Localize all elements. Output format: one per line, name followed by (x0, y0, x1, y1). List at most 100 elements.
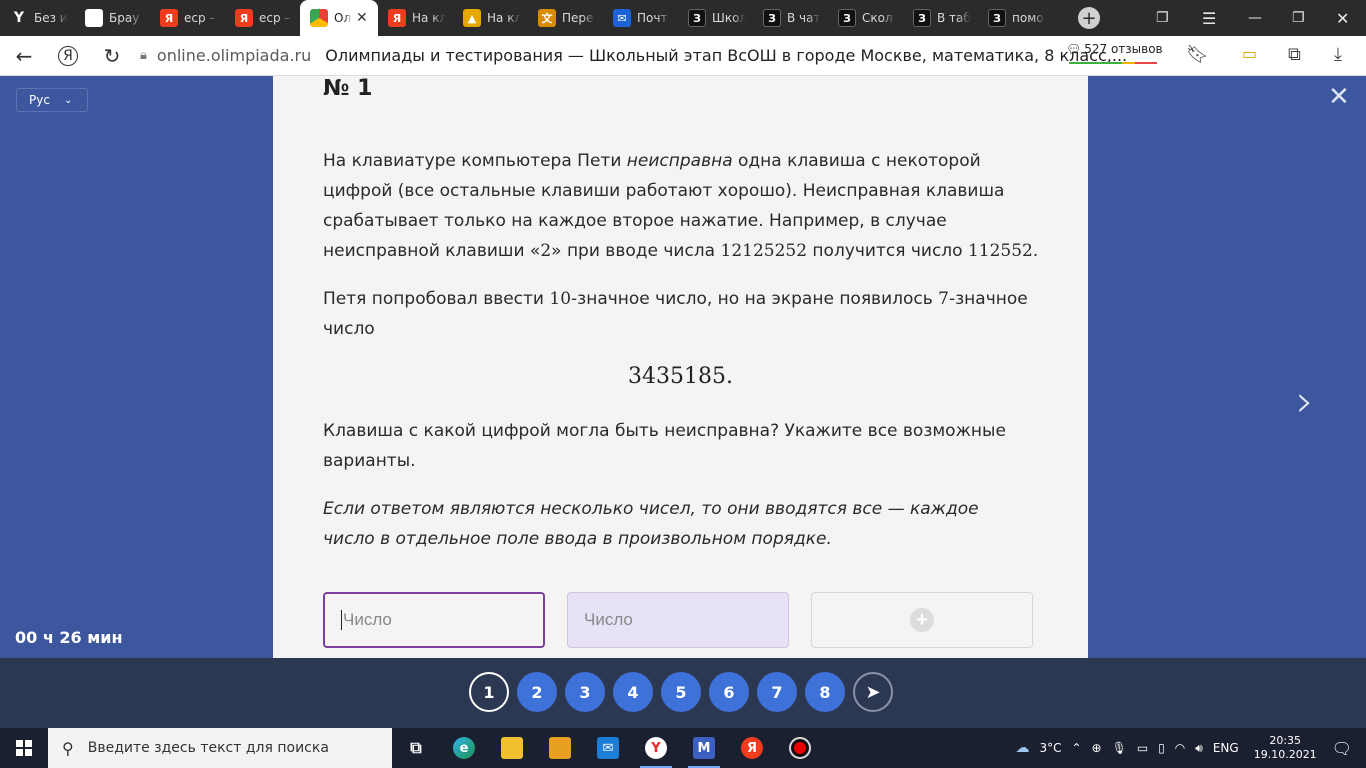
close-tab-icon[interactable]: ✕ (356, 10, 368, 26)
collections-icon[interactable]: ❐ (1156, 0, 1169, 36)
url-domain[interactable]: online.olimpiada.ru (157, 46, 311, 65)
question-navigation: 1 2 3 4 5 6 7 8 ➤ (0, 658, 1366, 728)
text: » при вводе числа (551, 241, 721, 261)
edge-icon[interactable]: e (440, 728, 488, 768)
question-button-3[interactable]: 3 (565, 672, 605, 712)
battery-icon[interactable]: ▯ (1158, 741, 1165, 755)
clock[interactable]: 20:35 19.10.2021 (1254, 734, 1317, 762)
browser-tab[interactable]: З Школ (678, 0, 753, 36)
download-icon[interactable]: ⤓ (1334, 44, 1342, 65)
address-bar: ← Я ↻ 🔒︎ online.olimpiada.ru Олимпиады и… (0, 36, 1366, 76)
battery-saver-icon[interactable]: ▭ (1242, 44, 1257, 63)
page-title[interactable]: Олимпиады и тестирования — Школьный этап… (325, 46, 1127, 65)
taskbar-search-box[interactable]: ⚲ Введите здесь текст для поиска (48, 728, 392, 768)
menu-icon[interactable]: ☰ (1202, 0, 1216, 36)
browser-tab[interactable]: Зпомо (978, 0, 1053, 36)
reviews-badge[interactable]: 💬︎ 527 отзывов (1066, 42, 1163, 56)
question-button-1[interactable]: 1 (469, 672, 509, 712)
yandex-icon: Я (388, 9, 406, 27)
tab-label: Брау (109, 11, 140, 25)
restore-icon[interactable]: ❐ (1292, 0, 1305, 36)
record-icon[interactable] (776, 728, 824, 768)
browser-tab[interactable]: Яеср – (225, 0, 300, 36)
windows-logo-icon (16, 740, 32, 756)
wifi-icon[interactable]: ◠ (1175, 741, 1185, 755)
tab-label: На кл (487, 11, 521, 25)
speech-bubble-icon: 💬︎ (1066, 42, 1082, 56)
answer-input-2[interactable]: Число (567, 592, 789, 648)
question-card: № 1 На клавиатуре компьютера Пети неиспр… (273, 76, 1088, 658)
math-number: 12125252 (720, 241, 808, 261)
add-answer-field-button[interactable]: + (811, 592, 1033, 648)
reviews-rating-bar (1069, 62, 1157, 64)
browser-tab[interactable]: Я На кл (378, 0, 453, 36)
windows-start-button[interactable] (0, 728, 48, 768)
language-select[interactable]: Рус ⌄ (16, 88, 88, 112)
browser-tab[interactable]: Яеср – (150, 0, 225, 36)
browser-tab[interactable]: ✉ Почт (603, 0, 678, 36)
yandex-icon: Я (160, 9, 178, 27)
network-status-icon[interactable]: ⊕ (1092, 741, 1102, 755)
tab-label: помо (1012, 11, 1044, 25)
input-language[interactable]: ENG (1213, 741, 1239, 755)
browser-tab[interactable]: ▲ На кл (453, 0, 528, 36)
back-arrow-icon[interactable]: ← (2, 36, 46, 76)
answer-placeholder: Число (343, 610, 392, 629)
volume-icon[interactable]: 🔊︎ (1195, 741, 1203, 756)
znanija-icon: З (688, 9, 706, 27)
system-tray: ☁ 3°C ⌃ ⊕ 🎙︎ ▭ ▯ ◠ 🔊︎ ENG 20:35 19.10.202… (1010, 728, 1366, 768)
browser-tab[interactable]: З В чат (753, 0, 828, 36)
weather-icon[interactable]: ☁ (1015, 740, 1029, 756)
file-explorer-icon[interactable] (488, 728, 536, 768)
search-placeholder: Введите здесь текст для поиска (87, 740, 329, 756)
tab-label: еср – (259, 11, 291, 25)
translate-icon: 文 (538, 9, 556, 27)
yandex-browser-icon: Y (85, 9, 103, 27)
question-button-5[interactable]: 5 (661, 672, 701, 712)
extensions-icon[interactable]: ⧉ (1288, 44, 1301, 65)
question-button-4[interactable]: 4 (613, 672, 653, 712)
chevron-up-icon[interactable]: ⌃ (1071, 741, 1081, 755)
question-button-2[interactable]: 2 (517, 672, 557, 712)
new-tab-plus-icon[interactable]: + (1078, 7, 1100, 29)
timer: 00 ч 26 мин (15, 628, 123, 647)
mail-app-icon[interactable]: ✉ (584, 728, 632, 768)
emphasis-text: неисправна (626, 151, 733, 171)
next-question-chevron-icon[interactable]: › (1296, 376, 1314, 427)
bookmark-icon[interactable]: 🔖︎ (1186, 44, 1209, 65)
question-button-8[interactable]: 8 (805, 672, 845, 712)
microphone-icon[interactable]: 🎙︎ (1112, 741, 1127, 755)
chevron-down-icon: ⌄ (63, 94, 73, 106)
minimize-icon[interactable]: — (1248, 0, 1262, 36)
browser-tab[interactable]: Y Брау (75, 0, 150, 36)
olympiad-page: Рус ⌄ ✕ › 00 ч 26 мин № 1 На клавиатуре к… (0, 76, 1366, 658)
store-icon[interactable] (536, 728, 584, 768)
tab-label: еср – (184, 11, 216, 25)
notifications-icon[interactable]: 🗨︎ (1332, 739, 1352, 758)
question-button-6[interactable]: 6 (709, 672, 749, 712)
yandex-home-icon[interactable]: Я (46, 36, 90, 76)
yandex-icon: Я (235, 9, 253, 27)
browser-tab-active[interactable]: Ол ✕ (300, 0, 378, 36)
yandex-browser-taskbar-icon[interactable]: Y (632, 728, 680, 768)
answer-input-1[interactable]: Число (323, 592, 545, 648)
math-app-icon[interactable]: M (680, 728, 728, 768)
task-view-icon[interactable]: ⧉ (392, 728, 440, 768)
tab-label: В таб (937, 11, 971, 25)
browser-tab[interactable]: Y Без и (0, 0, 75, 36)
browser-tab[interactable]: З В таб (903, 0, 978, 36)
tab-label: На кл (412, 11, 446, 25)
send-arrow-icon[interactable]: ➤ (853, 672, 893, 712)
yandex-taskbar-icon[interactable]: Я (728, 728, 776, 768)
text-caret (341, 610, 342, 630)
browser-tab[interactable]: З Скол (828, 0, 903, 36)
display-icon[interactable]: ▭ (1137, 741, 1148, 755)
math-number: 7 (938, 289, 949, 309)
text: -значное число, но на экране появилось (571, 289, 939, 309)
close-window-icon[interactable]: ✕ (1336, 0, 1349, 36)
browser-tab[interactable]: 文 Пере (528, 0, 603, 36)
question-button-7[interactable]: 7 (757, 672, 797, 712)
reload-icon[interactable]: ↻ (90, 36, 134, 76)
temperature[interactable]: 3°C (1039, 741, 1061, 755)
close-icon[interactable]: ✕ (1328, 82, 1350, 112)
